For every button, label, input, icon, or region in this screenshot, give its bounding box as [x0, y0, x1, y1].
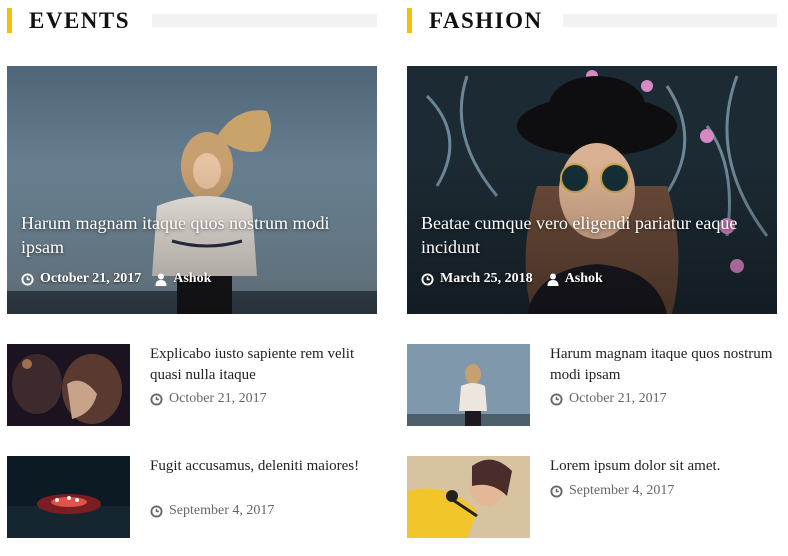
featured-date-text: March 25, 2018: [440, 271, 533, 286]
events-section: EVENTS Harum magnam itaque quos nostrum …: [7, 0, 377, 538]
featured-date: October 21, 2017: [21, 271, 141, 287]
post-date: September 4, 2017: [150, 503, 274, 519]
clock-icon: [550, 484, 563, 498]
featured-author-name[interactable]: Ashok: [173, 271, 211, 287]
section-title: EVENTS: [29, 8, 131, 33]
post-thumbnail[interactable]: [7, 456, 130, 538]
post-date: October 21, 2017: [550, 391, 667, 407]
featured-meta: March 25, 2018 Ashok: [421, 271, 603, 287]
post-thumbnail[interactable]: [7, 344, 130, 426]
clock-icon: [550, 392, 563, 406]
post-title[interactable]: Fugit accusamus, deleniti maiores!: [150, 456, 375, 477]
featured-date: March 25, 2018: [421, 271, 533, 287]
accent-bar: [7, 8, 12, 33]
featured-title[interactable]: Harum magnam itaque quos nostrum modi ip…: [21, 211, 366, 259]
clock-icon: [21, 272, 34, 286]
section-divider: [563, 14, 777, 27]
post-date: September 4, 2017: [550, 483, 674, 499]
clock-icon: [150, 504, 163, 518]
featured-title[interactable]: Beatae cumque vero eligendi pariatur eaq…: [421, 211, 766, 259]
user-icon: [547, 273, 559, 286]
list-item[interactable]: Fugit accusamus, deleniti maiores! Septe…: [7, 456, 377, 540]
post-title[interactable]: Lorem ipsum dolor sit amet.: [550, 456, 775, 477]
featured-author[interactable]: Ashok: [155, 271, 211, 287]
post-date-text: October 21, 2017: [569, 391, 667, 406]
featured-author[interactable]: Ashok: [547, 271, 603, 287]
section-header: FASHION: [407, 0, 777, 42]
user-icon: [155, 273, 167, 286]
post-date: October 21, 2017: [150, 391, 267, 407]
featured-date-text: October 21, 2017: [40, 271, 142, 286]
clock-icon: [150, 392, 163, 406]
list-item[interactable]: Explicabo iusto sapiente rem velit quasi…: [7, 344, 377, 428]
fashion-section: FASHION Beatae cumque vero eligendi pari…: [407, 0, 777, 538]
section-title: FASHION: [429, 8, 543, 33]
post-thumbnail[interactable]: [407, 456, 530, 538]
post-title[interactable]: Harum magnam itaque quos nostrum modi ip…: [550, 344, 775, 386]
featured-post[interactable]: Harum magnam itaque quos nostrum modi ip…: [7, 66, 377, 314]
accent-bar: [407, 8, 412, 33]
section-divider: [152, 14, 377, 27]
post-date-text: September 4, 2017: [569, 483, 675, 498]
clock-icon: [421, 272, 434, 286]
post-title[interactable]: Explicabo iusto sapiente rem velit quasi…: [150, 344, 375, 386]
featured-meta: October 21, 2017 Ashok: [21, 271, 211, 287]
featured-author-name[interactable]: Ashok: [565, 271, 603, 287]
list-item[interactable]: Harum magnam itaque quos nostrum modi ip…: [407, 344, 777, 428]
post-date-text: September 4, 2017: [169, 503, 275, 518]
section-header: EVENTS: [7, 0, 377, 42]
list-item[interactable]: Lorem ipsum dolor sit amet. September 4,…: [407, 456, 777, 540]
featured-post[interactable]: Beatae cumque vero eligendi pariatur eaq…: [407, 66, 777, 314]
post-thumbnail[interactable]: [407, 344, 530, 426]
post-date-text: October 21, 2017: [169, 391, 267, 406]
